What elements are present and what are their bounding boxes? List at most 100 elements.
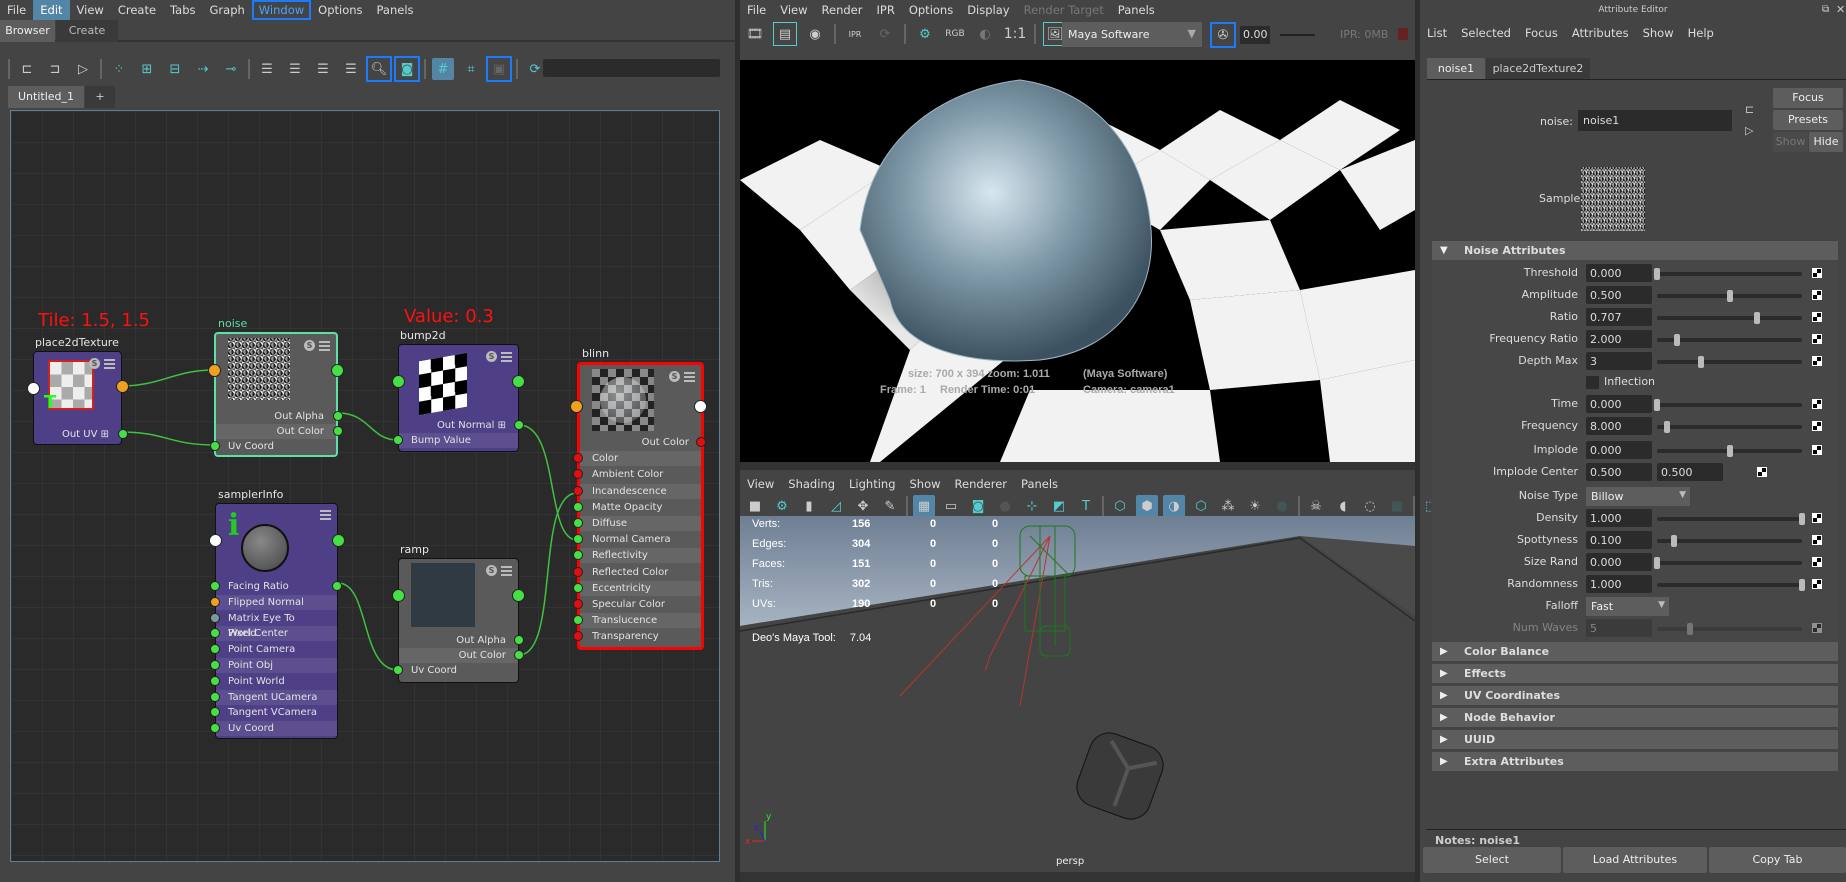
menu-shading[interactable]: Shading [781, 474, 842, 494]
port-dot[interactable] [118, 429, 128, 439]
connection-outuv-uvcoord[interactable] [121, 431, 215, 446]
port-incandescence[interactable]: Incandescence [580, 483, 701, 499]
float-icon[interactable]: ⧉ [1822, 4, 1829, 15]
ratio-input[interactable]: 0.707 [1586, 308, 1652, 326]
grid-icon[interactable]: ▦ [913, 495, 935, 517]
port-out-uv[interactable]: Out UV ⊞ [34, 427, 121, 442]
lights-icon[interactable]: ☀ [1244, 495, 1266, 517]
input-port[interactable] [392, 375, 405, 388]
render-region-icon[interactable]: ▤ [773, 22, 797, 46]
slider-handle[interactable] [1799, 513, 1805, 525]
attribute-view-icon[interactable] [104, 358, 115, 369]
port-dot[interactable] [573, 501, 583, 512]
select-button[interactable]: Select [1423, 847, 1561, 873]
noise-type-dropdown[interactable]: Billow ▼ [1586, 487, 1690, 506]
node-bump2d[interactable]: S Out Normal ⊞ Bump Value [392, 344, 525, 452]
map-texture-icon[interactable] [1812, 334, 1822, 344]
amplitude-slider[interactable] [1657, 290, 1802, 302]
output-port[interactable] [512, 589, 525, 602]
attribute-view-icon[interactable] [684, 371, 695, 382]
port-flipped-normal[interactable]: Flipped Normal [216, 594, 337, 610]
port-normal-camera[interactable]: Normal Camera [580, 532, 701, 547]
input-port[interactable] [570, 400, 583, 413]
ratio-slider[interactable] [1657, 312, 1802, 324]
port-out-color[interactable]: Out Color [399, 648, 518, 663]
threshold-slider[interactable] [1654, 268, 1802, 280]
port-color[interactable]: Color [580, 451, 701, 467]
snapshot-icon[interactable]: ◉ [804, 23, 826, 45]
textured-icon[interactable]: ⁂ [1217, 495, 1239, 517]
3d-viewport[interactable]: x yz [740, 516, 1415, 872]
port-facing-ratio[interactable]: Facing Ratio [216, 579, 337, 594]
port-dot[interactable] [210, 660, 220, 670]
section-uv-coordinates[interactable]: ▶ UV Coordinates [1432, 686, 1838, 705]
attribute-view-icon[interactable] [319, 340, 330, 351]
frequency-slider[interactable] [1657, 421, 1802, 433]
hide-button[interactable]: Hide [1809, 132, 1843, 152]
gate-mask-icon[interactable]: ● [994, 495, 1016, 517]
menu-file[interactable]: File [740, 0, 773, 20]
section-uuid[interactable]: ▶ UUID [1432, 730, 1838, 749]
output-port[interactable] [332, 534, 345, 547]
slider-handle[interactable] [1654, 399, 1660, 411]
port-bump-value[interactable]: Bump Value [399, 433, 518, 448]
port-dot[interactable] [573, 566, 583, 577]
menu-help[interactable]: Help [1681, 23, 1721, 43]
size-rand-slider[interactable] [1654, 557, 1802, 569]
panel-divider[interactable] [740, 462, 1415, 470]
map-texture-icon[interactable] [1812, 268, 1822, 278]
node-samplerinfo[interactable]: i Facing Ratio Flipped Normal Matrix Eye T… [209, 503, 345, 739]
size-rand-input[interactable]: 0.000 [1586, 553, 1652, 571]
implode-slider[interactable] [1657, 445, 1802, 457]
menu-ipr[interactable]: IPR [870, 0, 902, 20]
port-dot[interactable] [210, 596, 220, 607]
map-texture-icon[interactable] [1812, 513, 1822, 523]
port-eccentricity[interactable]: Eccentricity [580, 580, 701, 596]
connection-place2d-noise[interactable] [121, 369, 215, 387]
connection-outcolor-incandescence[interactable] [518, 492, 578, 656]
port-dot[interactable] [210, 675, 220, 686]
slider-handle[interactable] [1726, 445, 1733, 457]
section-node-behavior[interactable]: ▶ Node Behavior [1432, 708, 1838, 727]
spottyness-input[interactable]: 0.100 [1586, 531, 1652, 549]
film-gate-icon[interactable]: ▭ [940, 495, 962, 517]
section-extra-attributes[interactable]: ▶ Extra Attributes [1432, 752, 1838, 771]
map-texture-icon[interactable] [1812, 557, 1822, 567]
randomness-slider[interactable] [1657, 579, 1805, 591]
port-dot[interactable] [210, 441, 220, 451]
safe-title-icon[interactable]: T [1075, 495, 1097, 517]
slider-handle[interactable] [1654, 557, 1660, 569]
show-button[interactable]: Show [1773, 132, 1808, 152]
port-matrix-eye-to-world[interactable]: Matrix Eye To World [216, 611, 337, 639]
output-connections-icon[interactable]: ▷ [1745, 124, 1753, 137]
port-dot[interactable] [514, 420, 524, 430]
inflection-checkbox[interactable] [1586, 376, 1599, 389]
presets-button[interactable]: Presets [1773, 110, 1843, 130]
port-dot[interactable] [210, 691, 220, 702]
menu-view[interactable]: View [740, 474, 781, 494]
slider-handle[interactable] [1674, 334, 1681, 346]
menu-show[interactable]: Show [903, 474, 948, 494]
time-slider[interactable] [1654, 399, 1802, 411]
wireframe-icon[interactable]: ⬡ [1109, 495, 1131, 517]
exposure-slider[interactable] [1280, 34, 1315, 36]
smooth-shade-icon[interactable]: ⬢ [1136, 495, 1158, 517]
ipr-render-icon[interactable]: IPR [844, 23, 866, 45]
port-dot[interactable] [573, 582, 583, 593]
port-transparency[interactable]: Transparency [580, 629, 701, 644]
menu-panels[interactable]: Panels [1111, 0, 1162, 20]
slider-handle[interactable] [1697, 356, 1704, 368]
frequency-ratio-slider[interactable] [1657, 334, 1802, 346]
port-point-camera[interactable]: Point Camera [216, 642, 337, 657]
menu-show[interactable]: Show [1636, 23, 1681, 43]
frequency-ratio-input[interactable]: 2.000 [1586, 330, 1652, 348]
shadows-icon[interactable]: ● [1271, 495, 1293, 517]
slider-handle[interactable] [1726, 290, 1733, 302]
bookmark-icon[interactable]: ▮ [798, 495, 820, 517]
slider-handle[interactable] [1671, 535, 1678, 547]
swatch-toggle-icon[interactable]: S [486, 565, 497, 576]
port-dot[interactable] [573, 518, 583, 528]
input-port[interactable] [392, 589, 405, 602]
port-dot[interactable] [332, 581, 342, 591]
port-out-alpha[interactable]: Out Alpha [216, 409, 336, 424]
